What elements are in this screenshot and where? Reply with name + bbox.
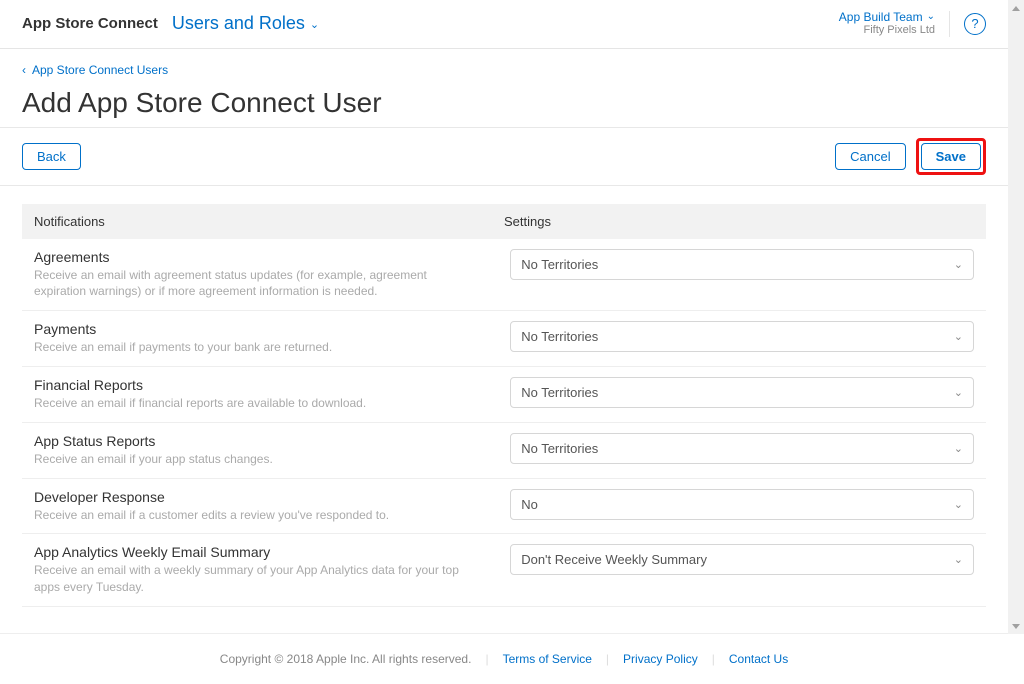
row-title: App Analytics Weekly Email Summary xyxy=(34,544,468,560)
footer: Copyright © 2018 Apple Inc. All rights r… xyxy=(0,633,1008,684)
triangle-up-icon xyxy=(1012,6,1020,11)
save-highlight: Save xyxy=(916,138,986,175)
chevron-down-icon: ⌄ xyxy=(954,498,963,511)
table-row: App Status Reports Receive an email if y… xyxy=(22,423,986,479)
select-value: No xyxy=(521,497,538,512)
app-title: App Store Connect xyxy=(22,15,158,32)
global-header: App Store Connect Users and Roles ⌄ App … xyxy=(0,0,1008,49)
notifications-table: Notifications Settings Agreements Receiv… xyxy=(0,186,1008,607)
row-title: Agreements xyxy=(34,249,468,265)
row-description: Receive an email if financial reports ar… xyxy=(34,395,468,412)
select-value: No Territories xyxy=(521,329,598,344)
page-title: Add App Store Connect User xyxy=(22,87,986,119)
copyright-text: Copyright © 2018 Apple Inc. All rights r… xyxy=(220,652,472,666)
help-icon: ? xyxy=(971,16,978,31)
column-header-settings: Settings xyxy=(504,214,974,229)
table-row: Developer Response Receive an email if a… xyxy=(22,479,986,535)
terms-link[interactable]: Terms of Service xyxy=(503,652,592,666)
team-org-label: Fifty Pixels Ltd xyxy=(839,24,935,37)
chevron-down-icon: ⌄ xyxy=(954,330,963,343)
territory-select[interactable]: No Territories ⌄ xyxy=(510,249,974,280)
developer-response-select[interactable]: No ⌄ xyxy=(510,489,974,520)
back-button[interactable]: Back xyxy=(22,143,81,170)
chevron-down-icon: ⌄ xyxy=(954,553,963,566)
divider: | xyxy=(485,652,488,666)
team-name-label: App Build Team xyxy=(839,10,923,24)
toolbar: Back Cancel Save xyxy=(0,127,1008,186)
divider: | xyxy=(712,652,715,666)
table-row: App Analytics Weekly Email Summary Recei… xyxy=(22,534,986,607)
table-row: Agreements Receive an email with agreeme… xyxy=(22,239,986,312)
territory-select[interactable]: No Territories ⌄ xyxy=(510,433,974,464)
chevron-left-icon: ‹ xyxy=(22,63,26,77)
row-description: Receive an email with agreement status u… xyxy=(34,267,468,301)
table-row: Financial Reports Receive an email if fi… xyxy=(22,367,986,423)
row-title: Developer Response xyxy=(34,489,468,505)
chevron-down-icon: ⌄ xyxy=(310,18,319,31)
territory-select[interactable]: No Territories ⌄ xyxy=(510,377,974,408)
team-selector[interactable]: App Build Team ⌄ Fifty Pixels Ltd xyxy=(839,10,935,38)
save-button[interactable]: Save xyxy=(921,143,981,170)
header-left: App Store Connect Users and Roles ⌄ xyxy=(22,13,319,34)
section-dropdown-label: Users and Roles xyxy=(172,13,305,34)
table-header-row: Notifications Settings xyxy=(22,204,986,239)
chevron-down-icon: ⌄ xyxy=(954,442,963,455)
vertical-scrollbar[interactable] xyxy=(1008,0,1024,634)
row-description: Receive an email if a customer edits a r… xyxy=(34,507,468,524)
table-row: Payments Receive an email if payments to… xyxy=(22,311,986,367)
row-description: Receive an email with a weekly summary o… xyxy=(34,562,468,596)
row-description: Receive an email if your app status chan… xyxy=(34,451,468,468)
divider xyxy=(949,11,950,37)
cancel-button[interactable]: Cancel xyxy=(835,143,905,170)
scroll-down-button[interactable] xyxy=(1008,618,1024,634)
chevron-down-icon: ⌄ xyxy=(954,386,963,399)
subheader: ‹ App Store Connect Users Add App Store … xyxy=(0,49,1008,127)
contact-link[interactable]: Contact Us xyxy=(729,652,788,666)
header-right: App Build Team ⌄ Fifty Pixels Ltd ? xyxy=(839,10,986,38)
select-value: No Territories xyxy=(521,257,598,272)
section-dropdown[interactable]: Users and Roles ⌄ xyxy=(172,13,319,34)
row-title: Financial Reports xyxy=(34,377,468,393)
select-value: Don't Receive Weekly Summary xyxy=(521,552,707,567)
analytics-summary-select[interactable]: Don't Receive Weekly Summary ⌄ xyxy=(510,544,974,575)
row-title: Payments xyxy=(34,321,468,337)
chevron-down-icon: ⌄ xyxy=(954,258,963,271)
row-description: Receive an email if payments to your ban… xyxy=(34,339,468,356)
chevron-down-icon: ⌄ xyxy=(927,11,935,23)
column-header-notifications: Notifications xyxy=(34,214,504,229)
triangle-down-icon xyxy=(1012,624,1020,629)
breadcrumb-label: App Store Connect Users xyxy=(32,63,168,77)
select-value: No Territories xyxy=(521,441,598,456)
breadcrumb-back-link[interactable]: ‹ App Store Connect Users xyxy=(22,63,986,77)
row-title: App Status Reports xyxy=(34,433,468,449)
scroll-up-button[interactable] xyxy=(1008,0,1024,16)
territory-select[interactable]: No Territories ⌄ xyxy=(510,321,974,352)
privacy-link[interactable]: Privacy Policy xyxy=(623,652,698,666)
divider: | xyxy=(606,652,609,666)
select-value: No Territories xyxy=(521,385,598,400)
help-button[interactable]: ? xyxy=(964,13,986,35)
